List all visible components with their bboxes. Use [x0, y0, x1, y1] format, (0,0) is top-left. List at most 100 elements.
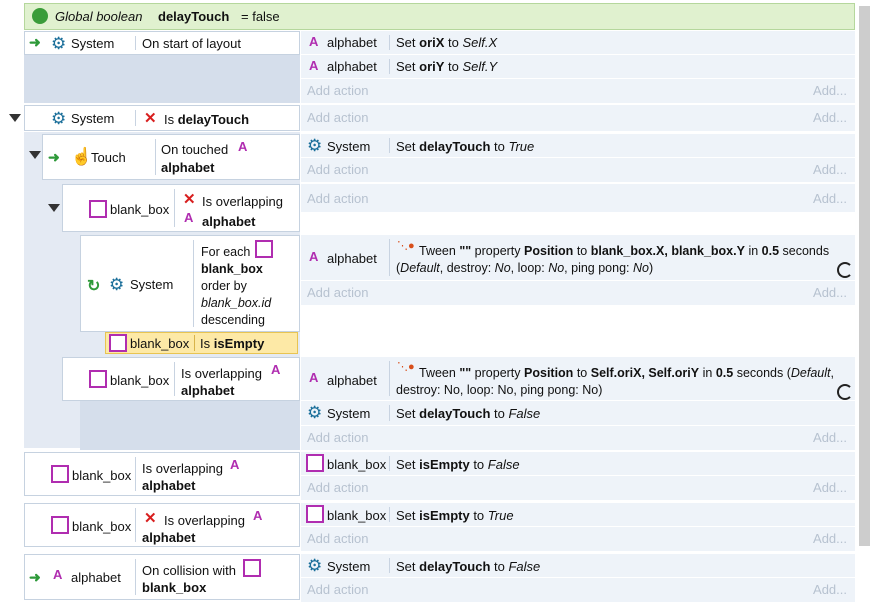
action-text: Set — [396, 508, 420, 523]
add-action-row[interactable]: Add action Add... — [301, 426, 855, 450]
trigger-arrow-icon: ➜ — [29, 569, 41, 585]
action-value: Self.oriX, Self.oriY — [590, 366, 700, 380]
add-more-link[interactable]: Add... — [813, 191, 847, 206]
add-more-link[interactable]: Add... — [813, 430, 847, 445]
action-text: to — [444, 59, 463, 74]
action-value: 0.5 — [761, 244, 780, 258]
condition-row[interactable]: blank_box ✕ Is overlapping A alphabet — [24, 503, 300, 547]
sprite-box-icon — [89, 370, 107, 388]
sprite-box-icon — [306, 505, 324, 523]
action-row[interactable]: A alphabet Set oriY to Self.Y — [301, 55, 855, 79]
action-object: blank_box — [327, 508, 387, 523]
sprite-a-icon: A — [309, 370, 319, 385]
action-text: , loop: — [510, 261, 549, 275]
add-more-link[interactable]: Add... — [813, 285, 847, 300]
condition-var: delayTouch — [177, 112, 250, 127]
condition-object: blank_box — [130, 336, 190, 351]
action-value: "" — [459, 244, 472, 258]
action-row[interactable]: ⚙ System Set delayTouch to False — [301, 401, 855, 426]
add-action-link[interactable]: Add action — [307, 191, 368, 206]
condition-row[interactable]: ↻ ⚙ System For each blank_box order by b… — [80, 235, 300, 332]
action-value: Default — [400, 261, 440, 275]
add-action-link[interactable]: Add action — [307, 480, 368, 495]
action-row[interactable]: ⚙ System Set delayTouch to False — [301, 554, 855, 578]
action-row[interactable]: A alphabet ⋱● Tween "" property Position… — [301, 235, 855, 281]
condition-row[interactable]: ⚙ System ✕ Is delayTouch — [24, 105, 300, 131]
add-action-row[interactable]: Add action Add... — [301, 476, 855, 500]
global-variable-row[interactable]: Global boolean delayTouch = false — [24, 3, 855, 30]
action-value: False — [487, 457, 520, 472]
add-action-row[interactable]: Add action Add... — [301, 578, 855, 602]
action-value: No — [632, 261, 649, 275]
add-action-link[interactable]: Add action — [307, 582, 368, 597]
add-action-row[interactable]: Add action Add... — [301, 105, 855, 131]
sprite-a-icon: A — [309, 249, 319, 264]
add-more-link[interactable]: Add... — [813, 480, 847, 495]
vertical-scrollbar[interactable] — [859, 6, 870, 546]
invert-x-icon: ✕ — [144, 110, 157, 127]
sprite-a-icon: A — [309, 58, 319, 73]
add-more-link[interactable]: Add... — [813, 110, 847, 125]
global-name: delayTouch — [158, 9, 230, 24]
action-row[interactable]: ⚙ System Set delayTouch to True — [301, 134, 855, 158]
condition-row[interactable]: blank_box Is overlapping A alphabet — [62, 357, 300, 401]
condition-row-selected[interactable]: blank_box Is isEmpty — [105, 332, 298, 354]
foreach-text: order by — [201, 279, 247, 293]
action-value: False — [508, 406, 541, 421]
action-row[interactable]: A alphabet ⋱● Tween "" property Position… — [301, 357, 855, 401]
sprite-a-icon: A — [230, 457, 240, 472]
sprite-box-icon — [89, 200, 107, 218]
gear-icon: ⚙ — [109, 275, 125, 294]
condition-row[interactable]: ➜ A alphabet On collision with blank_box — [24, 554, 300, 600]
action-text: to — [490, 406, 509, 421]
condition-target: alphabet — [181, 383, 235, 398]
add-action-row[interactable]: Add action Add... — [301, 158, 855, 182]
add-more-link[interactable]: Add... — [813, 531, 847, 546]
add-action-row[interactable]: Add action Add... — [301, 527, 855, 551]
action-var: delayTouch — [419, 139, 491, 154]
collapse-toggle[interactable] — [48, 204, 60, 212]
add-action-row[interactable]: Add action Add... — [301, 281, 855, 305]
tween-refresh-icon — [837, 384, 853, 400]
foreach-object: blank_box — [201, 262, 263, 276]
add-action-row[interactable]: Add action Add... — [301, 79, 855, 103]
sprite-box-icon — [306, 454, 324, 472]
action-text: to — [576, 366, 588, 380]
condition-row[interactable]: ➜ ⚙ System On start of layout — [24, 31, 300, 55]
condition-row[interactable]: ➜ ☝ Touch On touched A alphabet — [42, 134, 300, 180]
add-more-link[interactable]: Add... — [813, 83, 847, 98]
add-action-link[interactable]: Add action — [307, 285, 368, 300]
add-action-link[interactable]: Add action — [307, 531, 368, 546]
condition-row[interactable]: blank_box Is overlapping A alphabet — [24, 452, 300, 496]
add-action-link[interactable]: Add action — [307, 430, 368, 445]
action-value: Self.X — [462, 35, 498, 50]
action-text: seconds ( — [736, 366, 791, 380]
action-var: delayTouch — [419, 559, 491, 574]
condition-row[interactable]: blank_box ✕ Is overlapping A alphabet — [62, 184, 300, 232]
action-text: to — [469, 508, 488, 523]
globe-icon — [32, 8, 48, 24]
action-text: Set — [396, 139, 420, 154]
action-text: seconds — [782, 244, 830, 258]
action-text: , — [830, 366, 834, 380]
sprite-box-icon — [109, 334, 127, 352]
collapse-toggle[interactable] — [29, 151, 41, 159]
add-more-link[interactable]: Add... — [813, 162, 847, 177]
add-more-link[interactable]: Add... — [813, 582, 847, 597]
sprite-a-icon: A — [238, 139, 248, 154]
action-text: in — [702, 366, 713, 380]
add-action-row[interactable]: Add action Add... — [301, 184, 855, 212]
condition-target: alphabet — [142, 478, 196, 493]
action-row[interactable]: A alphabet Set oriX to Self.X — [301, 31, 855, 55]
condition-text: Is — [164, 112, 178, 127]
add-action-link[interactable]: Add action — [307, 162, 368, 177]
condition-object: Touch — [91, 150, 126, 165]
add-action-link[interactable]: Add action — [307, 83, 368, 98]
action-value: No — [494, 261, 511, 275]
collapse-toggle[interactable] — [9, 114, 21, 122]
action-text: , ping pong: — [564, 261, 633, 275]
add-action-link[interactable]: Add action — [307, 110, 368, 125]
condition-object: System — [130, 277, 174, 292]
action-row[interactable]: blank_box Set isEmpty to False — [301, 452, 855, 476]
action-row[interactable]: blank_box Set isEmpty to True — [301, 503, 855, 527]
